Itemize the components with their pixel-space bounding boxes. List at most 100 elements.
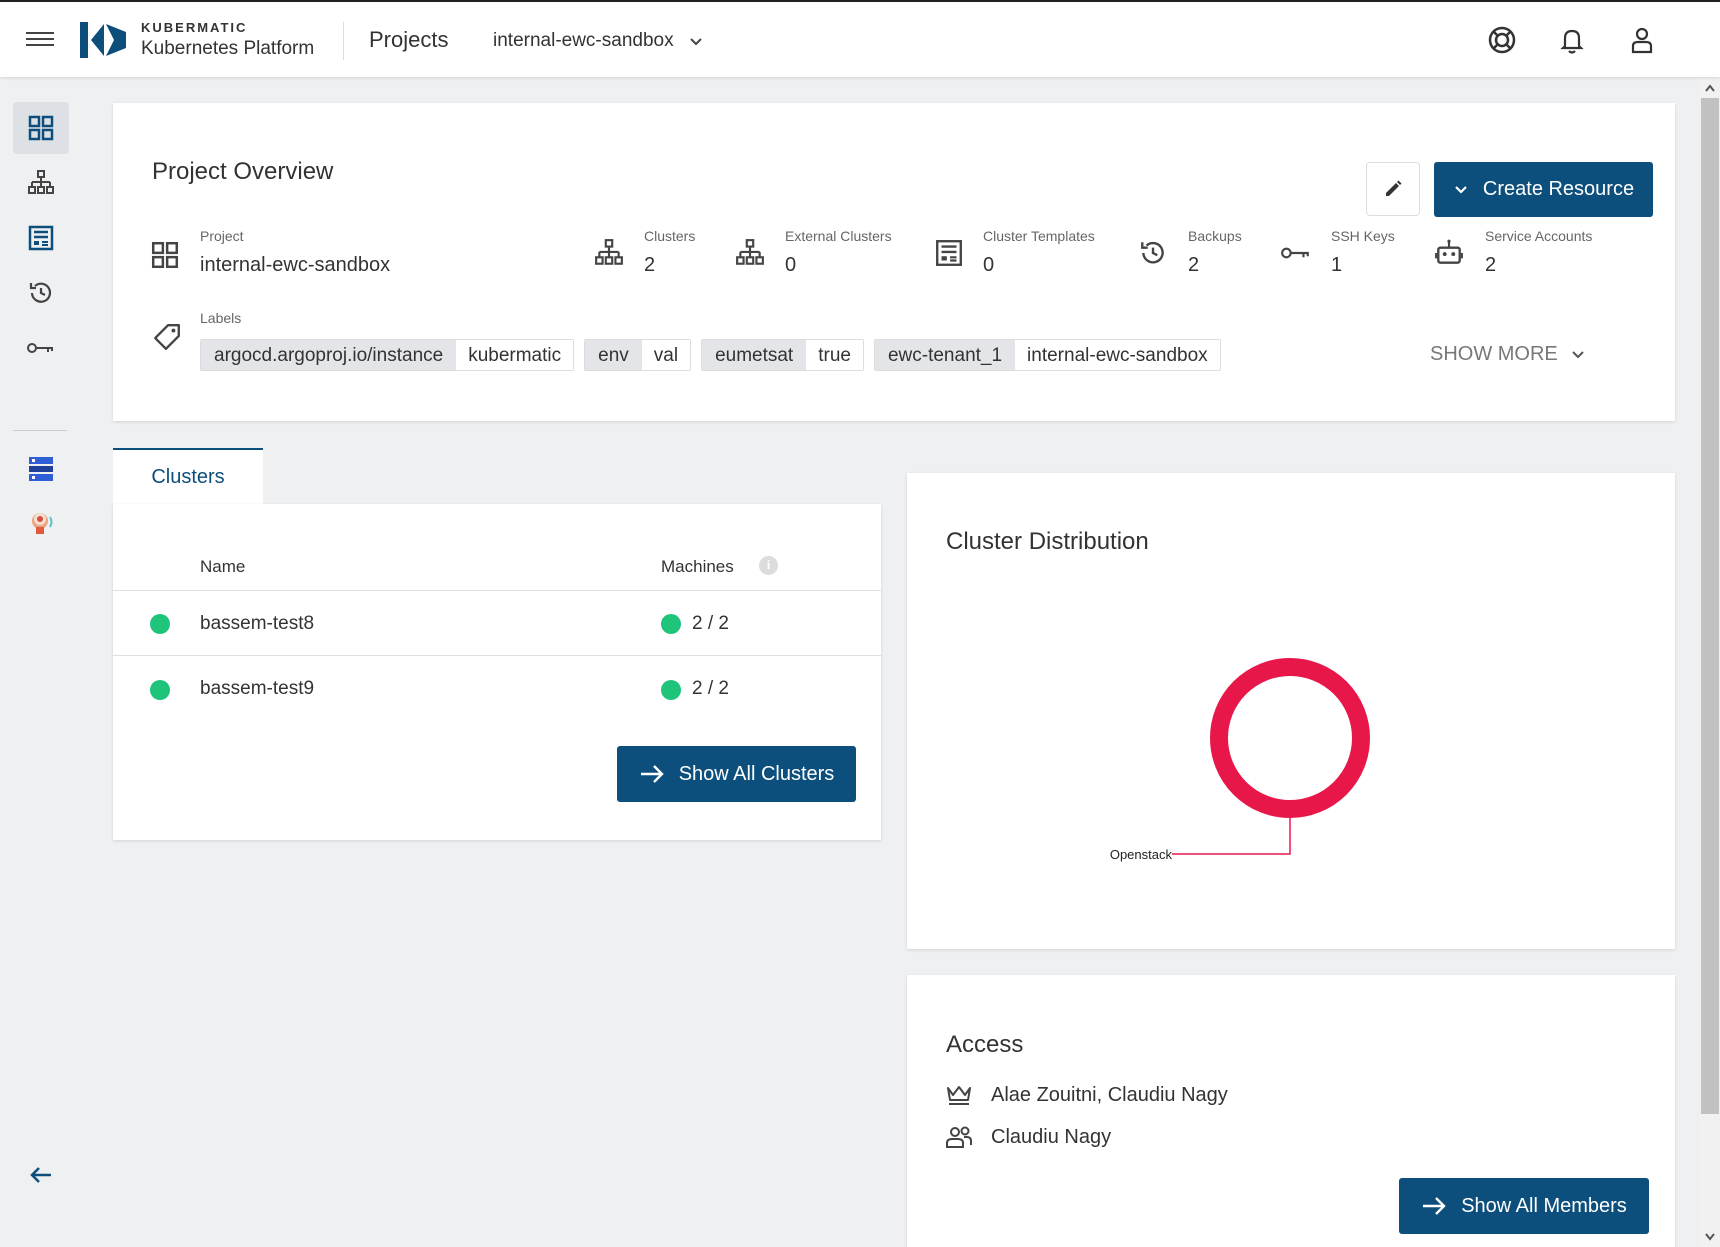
- column-header-name: Name: [200, 557, 246, 576]
- collapse-sidebar-button[interactable]: [13, 1149, 69, 1201]
- project-info: Project internal-ewc-sandbox: [200, 228, 390, 277]
- pie-slice[interactable]: [1210, 658, 1370, 818]
- machines-status-icon: [661, 680, 681, 700]
- stat-label: Clusters: [644, 228, 696, 244]
- stat-value: 1: [1331, 254, 1343, 276]
- label-chip: eumetsat true: [701, 339, 864, 371]
- machines-status-icon: [661, 614, 681, 634]
- scroll-up-arrow-icon[interactable]: [1700, 78, 1720, 98]
- column-header-machines: Machines: [661, 557, 734, 576]
- stat-ssh-keys: SSH Keys 1: [1331, 228, 1395, 277]
- table-divider: [113, 655, 881, 656]
- stat-value: 0: [983, 254, 995, 276]
- arrow-right-icon: [640, 765, 664, 783]
- sidebar-item-rbac[interactable]: [13, 443, 69, 495]
- sidebar-divider: [13, 430, 67, 431]
- stat-external-clusters: External Clusters 0: [785, 228, 892, 277]
- label-key: eumetsat: [702, 340, 807, 370]
- label-key: argocd.argoproj.io/instance: [201, 340, 457, 370]
- sidebar: [0, 77, 80, 1247]
- project-selector[interactable]: internal-ewc-sandbox: [493, 30, 704, 52]
- access-title: Access: [946, 1031, 1024, 1058]
- stat-cluster-templates: Cluster Templates 0: [983, 228, 1095, 277]
- menu-icon[interactable]: [26, 28, 54, 50]
- sitemap-icon: [594, 238, 628, 272]
- tag-icon: [152, 322, 186, 356]
- dashboard-icon: [150, 240, 184, 274]
- owners-list: Alae Zouitni, Claudiu Nagy: [991, 1083, 1228, 1106]
- project-label: Project: [200, 228, 244, 244]
- label-chip: env val: [584, 339, 692, 371]
- sidebar-item-argocd[interactable]: [13, 497, 69, 549]
- scrollbar-thumb[interactable]: [1701, 98, 1719, 1114]
- edit-project-button[interactable]: [1366, 162, 1420, 216]
- stat-value: 2: [644, 254, 656, 276]
- label-value: true: [806, 340, 863, 370]
- cluster-name[interactable]: bassem-test9: [200, 678, 314, 700]
- label-key: ewc-tenant_1: [874, 340, 1016, 370]
- stat-service-accounts: Service Accounts 2: [1485, 228, 1592, 277]
- stat-label: Service Accounts: [1485, 228, 1593, 244]
- page-title: Project Overview: [152, 158, 334, 185]
- sidebar-item-backups[interactable]: [13, 267, 69, 319]
- bell-icon[interactable]: [1556, 24, 1588, 56]
- cluster-name[interactable]: bassem-test8: [200, 613, 314, 635]
- members-list: Claudiu Nagy: [991, 1125, 1112, 1148]
- label-value: kubermatic: [456, 340, 574, 370]
- brand-bottom-text: Kubernetes Platform: [141, 38, 315, 59]
- tab-clusters[interactable]: Clusters: [113, 448, 263, 504]
- arrow-right-icon: [1423, 1197, 1446, 1215]
- history-icon: [1138, 238, 1172, 272]
- help-icon[interactable]: [1486, 24, 1518, 56]
- key-icon: [27, 343, 53, 353]
- dashboard-icon: [28, 115, 54, 141]
- sidebar-item-overview[interactable]: [13, 102, 69, 154]
- machines-count: 2 / 2: [692, 678, 729, 699]
- template-icon: [28, 225, 54, 251]
- kubermatic-logo-icon[interactable]: [80, 20, 126, 65]
- brand-name: KUBERMATIC Kubernetes Platform: [141, 20, 314, 60]
- show-all-members-button[interactable]: Show All Members: [1399, 1178, 1649, 1234]
- show-all-members-label: Show All Members: [1461, 1194, 1627, 1217]
- history-icon: [29, 282, 52, 303]
- cluster-distribution-chart: Openstack: [1110, 658, 1370, 862]
- sidebar-item-ssh-keys[interactable]: [13, 322, 69, 374]
- machines-count: 2 / 2: [692, 613, 729, 634]
- chevron-down-icon: [1455, 185, 1467, 194]
- show-all-clusters-button[interactable]: Show All Clusters: [617, 746, 856, 802]
- create-resource-label: Create Resource: [1482, 178, 1635, 200]
- show-all-clusters-label: Show All Clusters: [678, 762, 835, 785]
- projects-link[interactable]: Projects: [369, 27, 448, 53]
- key-icon: [1280, 238, 1314, 272]
- cluster-status-icon: [150, 680, 170, 700]
- show-more-labels-button[interactable]: SHOW MORE: [1430, 343, 1586, 366]
- label-value: internal-ewc-sandbox: [1015, 340, 1220, 370]
- project-name: internal-ewc-sandbox: [200, 254, 391, 276]
- user-icon[interactable]: [1626, 24, 1658, 56]
- group-icon: [946, 1126, 972, 1148]
- stat-label: SSH Keys: [1331, 228, 1395, 244]
- label-key: env: [585, 340, 642, 370]
- sidebar-item-templates[interactable]: [13, 212, 69, 264]
- labels-list: argocd.argoproj.io/instance kubermatic e…: [200, 339, 1231, 371]
- labels-label: Labels: [200, 310, 242, 326]
- header-divider: [343, 22, 344, 60]
- template-icon: [934, 238, 968, 272]
- info-icon[interactable]: i: [759, 556, 778, 575]
- sitemap-icon: [28, 170, 54, 194]
- brand-top-text: KUBERMATIC: [141, 20, 248, 35]
- top-bar: KUBERMATIC Kubernetes Platform Projects …: [0, 2, 1720, 77]
- stat-value: 2: [1485, 254, 1497, 276]
- scroll-down-arrow-icon[interactable]: [1700, 1227, 1720, 1247]
- cluster-status-icon: [150, 614, 170, 634]
- sidebar-item-clusters[interactable]: [13, 157, 69, 209]
- create-resource-button[interactable]: Create Resource: [1434, 162, 1653, 217]
- label-value: val: [641, 340, 691, 370]
- stat-value: 2: [1188, 254, 1200, 276]
- argocd-icon: [32, 513, 53, 534]
- show-more-label: SHOW MORE: [1430, 343, 1558, 365]
- access-owners-row: Alae Zouitni, Claudiu Nagy: [945, 1083, 1228, 1107]
- chevron-down-icon: [689, 38, 702, 46]
- table-divider: [113, 590, 881, 591]
- crown-icon: [947, 1086, 971, 1105]
